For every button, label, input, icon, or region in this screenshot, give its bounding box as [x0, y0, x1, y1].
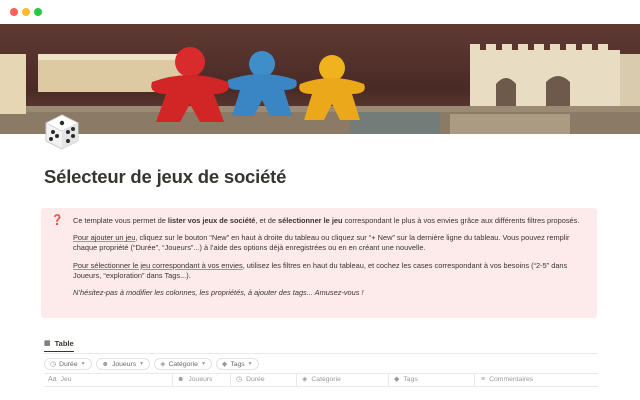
info-callout[interactable]: ❓ Ce template vous permet de lister vos … [41, 208, 597, 318]
callout-paragraph-tip: N’hésitez-pas à modifier les colonnes, l… [73, 288, 364, 298]
maximize-window-button[interactable] [34, 8, 42, 16]
filter-label: Tags [230, 360, 245, 368]
clock-icon: ◷ [236, 376, 243, 383]
column-label: Catégorie [311, 376, 341, 383]
people-icon: ☻ [177, 376, 185, 383]
column-divider[interactable] [388, 374, 389, 387]
tag-icon: ◆ [394, 376, 400, 383]
column-header-commentaires[interactable]: ≡ Commentaires [481, 376, 533, 383]
text-icon: Aa [48, 376, 57, 383]
shapes-icon: ◈ [160, 360, 166, 368]
shapes-icon: ◈ [302, 376, 308, 383]
filter-label: Durée [59, 360, 78, 368]
callout-paragraph-select: Pour sélectionner le jeu correspondant à… [73, 261, 585, 281]
window-titlebar [0, 0, 640, 24]
column-divider[interactable] [172, 374, 173, 387]
clock-icon: ◷ [50, 360, 57, 368]
lines-icon: ≡ [481, 376, 486, 383]
castle-tile [470, 44, 640, 106]
callout-text: , cliquez sur le bouton “New” en haut à … [73, 233, 570, 253]
column-label: Durée [246, 376, 265, 383]
column-divider[interactable] [296, 374, 297, 387]
tag-icon: ◆ [221, 360, 228, 368]
callout-bold-text: lister vos jeux de société [167, 216, 256, 225]
callout-paragraph-add: Pour ajouter un jeu, cliquez sur le bout… [73, 233, 585, 253]
divider [44, 353, 598, 354]
question-mark-icon: ❓ [51, 215, 64, 226]
tab-table[interactable]: ▦ Table [44, 339, 74, 352]
table-header: Aa Jeu ☻ Joueurs ◷ Durée ◈ Catégorie ◆ T… [44, 373, 598, 387]
filter-label: Joueurs [111, 360, 137, 368]
column-header-tags[interactable]: ◆ Tags [394, 376, 418, 383]
callout-underlined-text: Pour sélectionner le jeu correspondant à… [73, 260, 243, 270]
table-icon: ▦ [44, 339, 51, 347]
callout-text: , et de [255, 216, 279, 225]
callout-bold-text: sélectionner le jeu [278, 216, 343, 225]
callout-underlined-text: Pour ajouter un jeu [73, 233, 136, 243]
database-views: ▦ Table [44, 338, 74, 352]
chevron-down-icon: ▼ [200, 361, 206, 367]
filter-categorie[interactable]: ◈ Catégorie ▼ [154, 358, 212, 370]
close-window-button[interactable] [10, 8, 18, 16]
column-label: Commentaires [489, 376, 534, 383]
chevron-down-icon: ▼ [80, 361, 86, 367]
column-header-duree[interactable]: ◷ Durée [236, 376, 265, 383]
chevron-down-icon: ▼ [139, 361, 145, 367]
filter-bar: ◷ Durée ▼ ☻ Joueurs ▼ ◈ Catégorie ▼ ◆ Ta… [44, 358, 259, 370]
page-title[interactable]: Sélecteur de jeux de société [44, 166, 286, 188]
column-header-categorie[interactable]: ◈ Catégorie [302, 376, 341, 383]
filter-tags[interactable]: ◆ Tags ▼ [215, 358, 259, 370]
column-header-joueurs[interactable]: ☻ Joueurs [177, 376, 213, 383]
column-divider[interactable] [474, 374, 475, 387]
tab-table-label: Table [54, 338, 74, 348]
column-label: Jeu [60, 376, 72, 383]
column-label: Tags [403, 376, 418, 383]
filter-duree[interactable]: ◷ Durée ▼ [44, 358, 92, 370]
people-icon: ☻ [101, 360, 109, 368]
column-label: Joueurs [188, 376, 213, 383]
filter-label: Catégorie [168, 360, 198, 368]
chevron-down-icon: ▼ [247, 361, 253, 367]
column-divider[interactable] [230, 374, 231, 387]
cover-image[interactable] [0, 24, 640, 134]
dice-icon[interactable] [42, 112, 82, 152]
callout-text: Ce template vous permet de [73, 216, 168, 225]
filter-joueurs[interactable]: ☻ Joueurs ▼ [95, 358, 151, 370]
minimize-window-button[interactable] [22, 8, 30, 16]
callout-text: correspondant le plus à vos envies grâce… [342, 216, 580, 225]
column-header-jeu[interactable]: Aa Jeu [48, 376, 72, 383]
callout-paragraph-intro: Ce template vous permet de lister vos je… [73, 216, 585, 226]
